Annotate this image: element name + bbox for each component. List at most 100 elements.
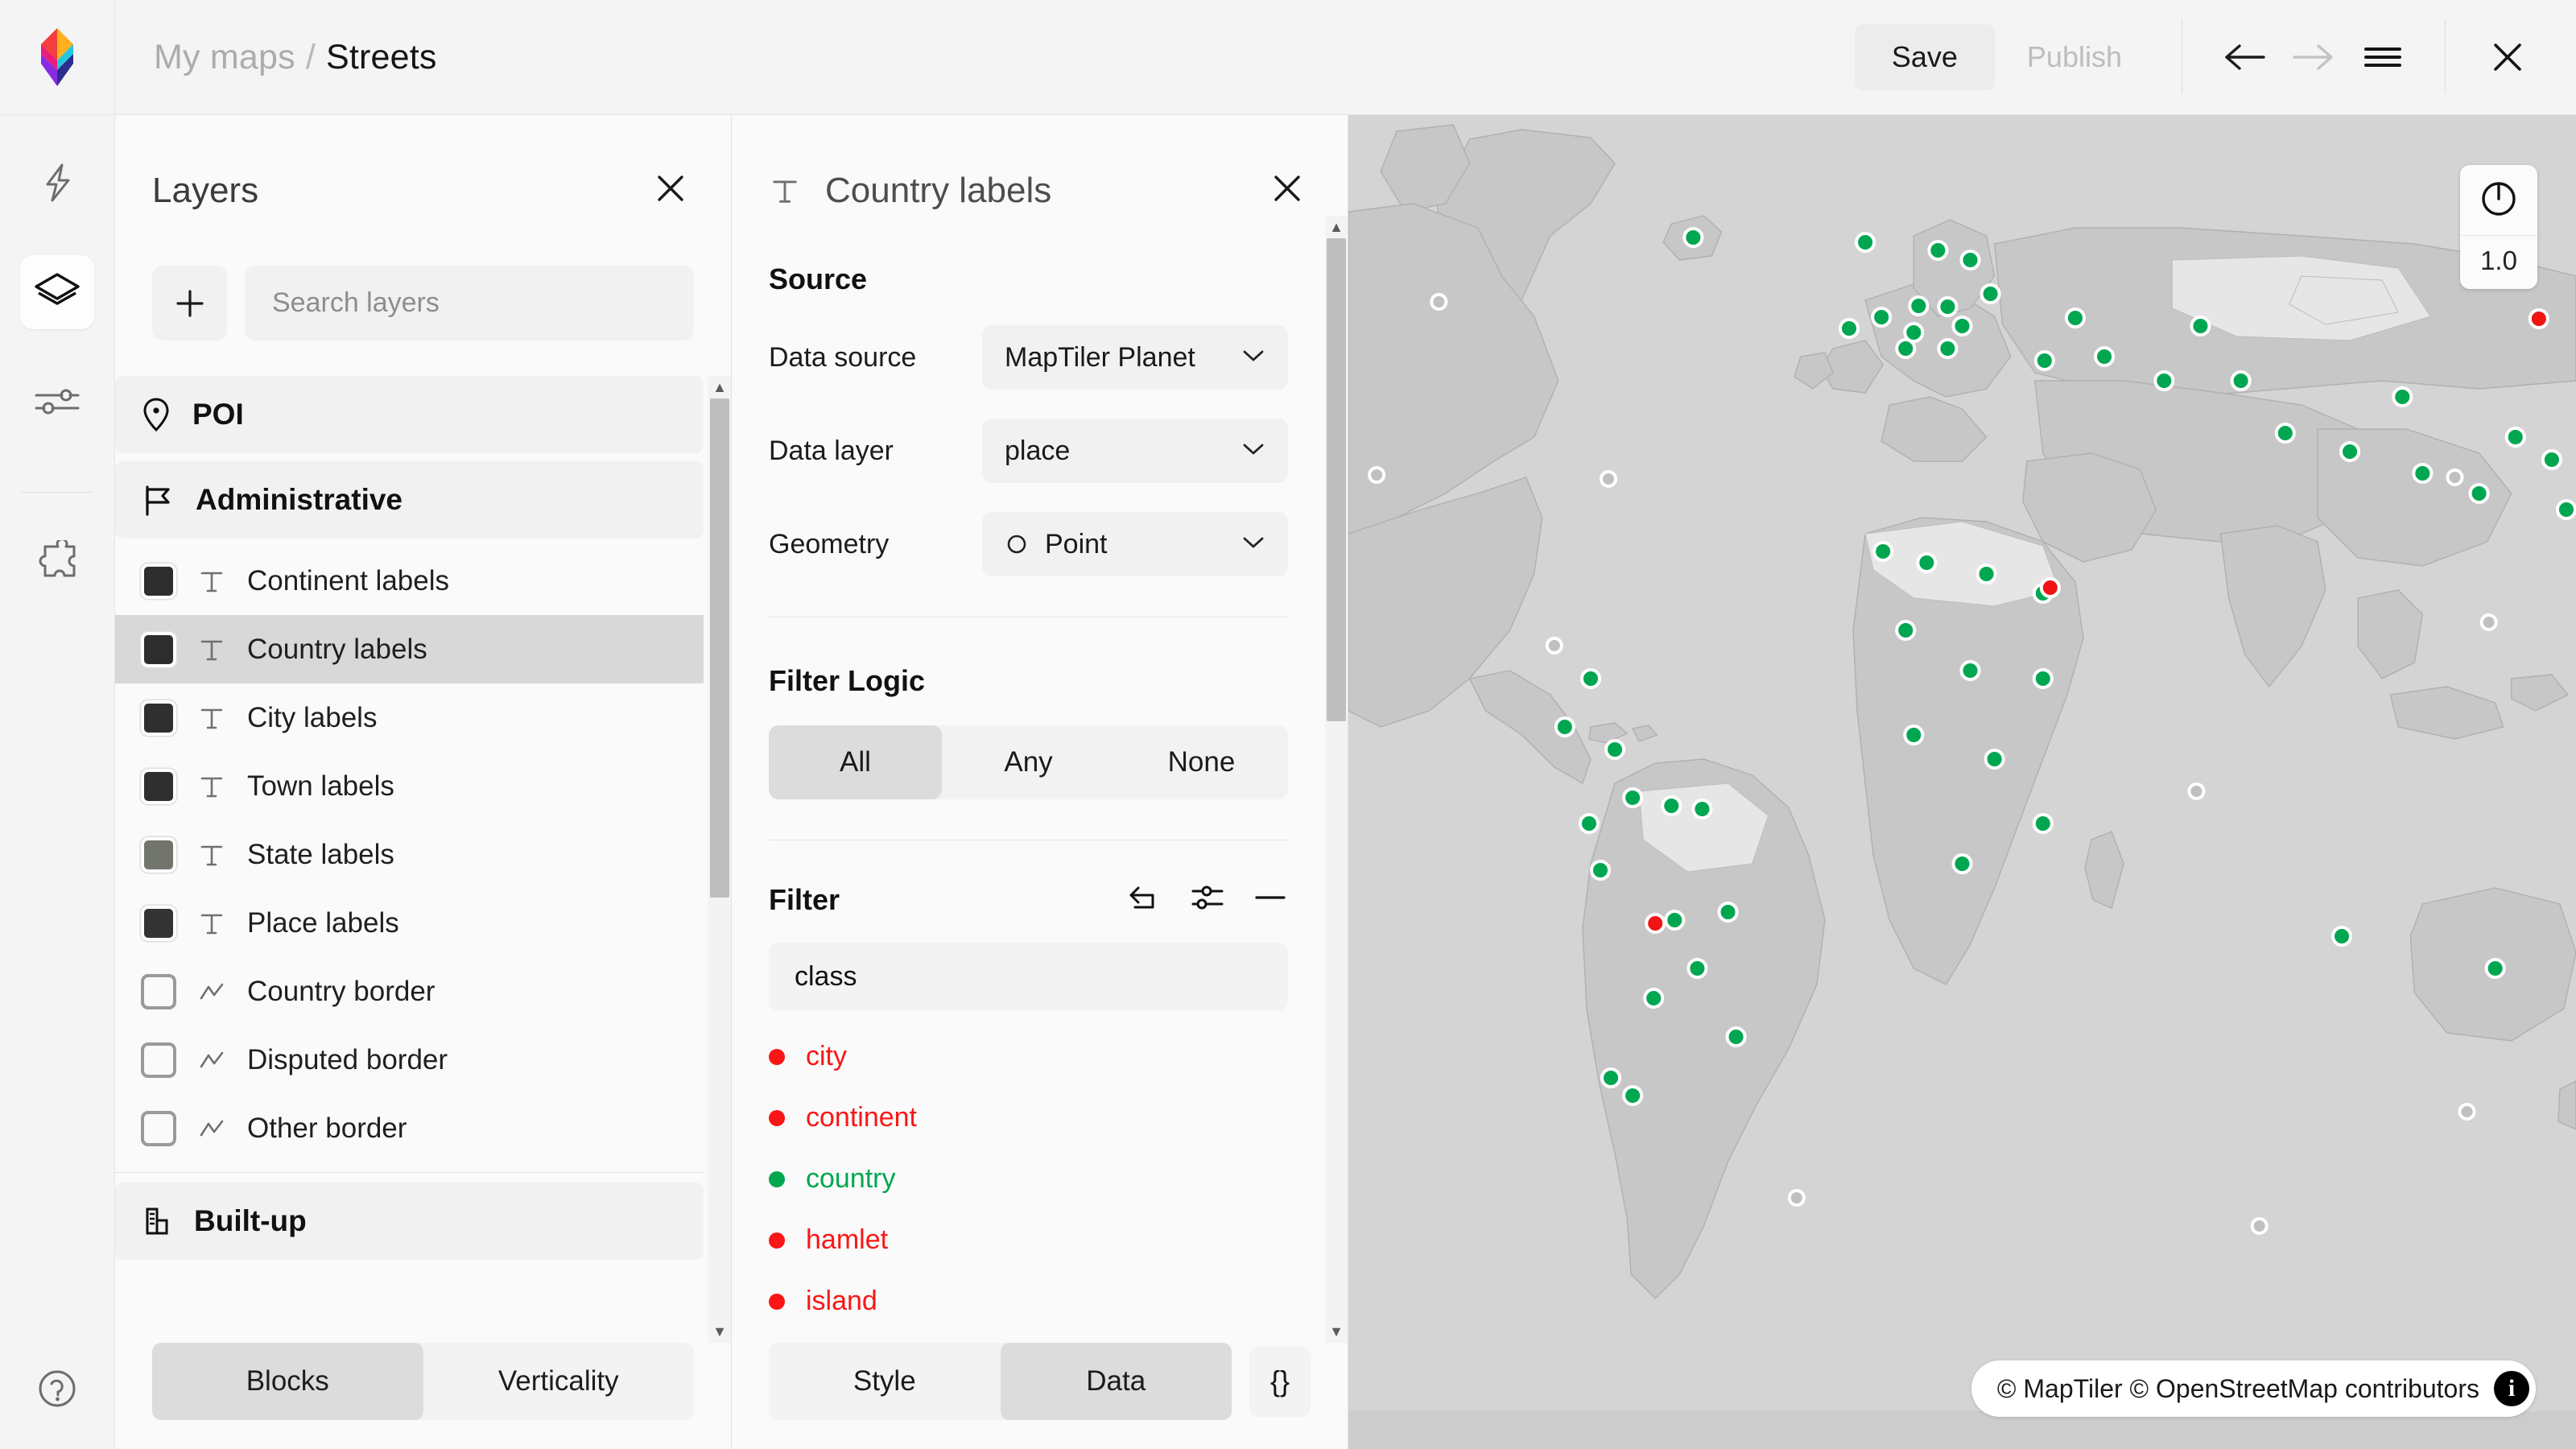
filter-value-label: city: [806, 1041, 847, 1071]
add-layer-button[interactable]: [152, 266, 227, 341]
tab-data[interactable]: Data: [1000, 1343, 1232, 1420]
layer-item-label: City labels: [247, 701, 378, 733]
layer-color-swatch[interactable]: [141, 563, 176, 599]
filter-value-hamlet[interactable]: hamlet: [769, 1224, 1288, 1256]
layer-color-swatch[interactable]: [141, 768, 176, 804]
layer-group-administrative[interactable]: Administrative: [115, 461, 704, 539]
layer-item-place-labels[interactable]: Place labels: [115, 889, 704, 957]
country-markers-layer: [1368, 227, 2576, 1235]
layers-panel-header: Layers: [115, 115, 731, 216]
map-attribution[interactable]: © MapTiler © OpenStreetMap contributors …: [1971, 1360, 2536, 1417]
circle-icon: [1007, 535, 1026, 554]
info-icon[interactable]: i: [2494, 1371, 2529, 1406]
puzzle-piece-icon: [39, 540, 76, 577]
layer-item-label: Country labels: [247, 633, 427, 665]
save-button[interactable]: Save: [1854, 24, 1995, 90]
maptiler-editor-app: My maps / Streets Save Publish Layers Se…: [0, 0, 2576, 1449]
layer-item-disputed-border[interactable]: Disputed border: [115, 1026, 704, 1094]
help-button[interactable]: [35, 1366, 80, 1415]
layer-item-label: Town labels: [247, 770, 394, 802]
remove-filter-minus-icon[interactable]: [1253, 890, 1288, 910]
filter-key-field[interactable]: class: [769, 943, 1288, 1011]
layer-group-poi[interactable]: POI: [115, 376, 704, 453]
filter-key-value: class: [795, 961, 857, 992]
layer-color-swatch[interactable]: [141, 905, 176, 941]
tab-style[interactable]: Style: [769, 1343, 1001, 1420]
filter-value-country[interactable]: country: [769, 1163, 1288, 1195]
breadcrumb-root[interactable]: My maps: [154, 38, 295, 77]
zoom-widget[interactable]: 1.0: [2460, 165, 2537, 289]
scrollbar-thumb[interactable]: [710, 398, 729, 898]
breadcrumb: My maps / Streets: [115, 38, 437, 77]
layer-item-other-border[interactable]: Other border: [115, 1094, 704, 1162]
layer-item-city-labels[interactable]: City labels: [115, 683, 704, 752]
menu-button[interactable]: [2348, 23, 2417, 92]
data-layer-select[interactable]: place: [982, 419, 1288, 483]
filter-logic-title: Filter Logic: [769, 664, 926, 697]
compass-button[interactable]: [2478, 165, 2520, 235]
layers-panel-close-button[interactable]: [647, 165, 694, 216]
properties-close-button[interactable]: [1264, 165, 1311, 216]
rail-item-settings[interactable]: [20, 365, 94, 439]
search-layers-input[interactable]: [272, 287, 667, 319]
close-divider: [2445, 20, 2446, 94]
scroll-down-icon[interactable]: ▼: [712, 1320, 727, 1343]
layer-item-town-labels[interactable]: Town labels: [115, 752, 704, 820]
layer-group-built-up[interactable]: Built-up: [115, 1183, 704, 1260]
select-value: place: [1005, 435, 1071, 466]
layer-item-country-labels[interactable]: Country labels: [115, 615, 704, 683]
app-logo[interactable]: [0, 0, 115, 115]
filter-value-island[interactable]: island: [769, 1286, 1288, 1317]
data-source-select[interactable]: MapTiler Planet: [982, 325, 1288, 390]
filter-logic-none[interactable]: None: [1115, 725, 1288, 799]
layers-bottom-tabs: Blocks Verticality: [152, 1343, 694, 1420]
arrow-right-icon: [2293, 44, 2333, 70]
filter-value-continent[interactable]: continent: [769, 1102, 1288, 1133]
scrollbar-thumb[interactable]: [1327, 238, 1346, 721]
layer-color-swatch[interactable]: [141, 973, 176, 1009]
layer-item-label: Place labels: [247, 906, 399, 939]
top-bar: My maps / Streets Save Publish: [0, 0, 2576, 115]
layer-item-country-border[interactable]: Country border: [115, 957, 704, 1026]
layer-item-label: Disputed border: [247, 1043, 448, 1075]
tab-blocks[interactable]: Blocks: [152, 1343, 423, 1420]
search-layers-box[interactable]: [245, 266, 694, 341]
scrollbar-track[interactable]: [1325, 238, 1348, 1320]
scrollbar-track[interactable]: [708, 398, 731, 1320]
filter-value-city[interactable]: city: [769, 1041, 1288, 1072]
filter-logic-any[interactable]: Any: [942, 725, 1115, 799]
layer-item-continent-labels[interactable]: Continent labels: [115, 547, 704, 615]
rail-item-plugins[interactable]: [20, 525, 94, 599]
rail-item-quickstyle[interactable]: [20, 146, 94, 220]
tab-verticality[interactable]: Verticality: [423, 1343, 695, 1420]
filter-logic-segmented-control: All Any None: [769, 725, 1288, 799]
json-view-button[interactable]: {}: [1249, 1346, 1311, 1417]
undo-arrow-icon[interactable]: [1127, 883, 1162, 916]
layer-item-state-labels[interactable]: State labels: [115, 820, 704, 889]
filter-settings-sliders-icon[interactable]: [1190, 882, 1225, 917]
scroll-up-icon[interactable]: ▲: [1329, 216, 1344, 238]
maptiler-pin-logo-icon: [41, 28, 73, 86]
layer-color-swatch[interactable]: [141, 700, 176, 736]
scroll-down-icon[interactable]: ▼: [1329, 1320, 1344, 1343]
properties-scrollbar[interactable]: ▲ ▼: [1325, 216, 1348, 1343]
rail-item-layers[interactable]: [20, 255, 94, 329]
layers-scrollbar[interactable]: ▲ ▼: [708, 376, 731, 1343]
properties-content: Source Data source MapTiler Planet Data …: [732, 262, 1325, 1343]
layer-group-label: Administrative: [196, 483, 403, 516]
scroll-up-icon[interactable]: ▲: [712, 376, 727, 398]
back-button[interactable]: [2210, 23, 2279, 92]
hamburger-menu-icon: [2364, 47, 2401, 67]
layer-item-label: Continent labels: [247, 564, 449, 597]
layer-color-swatch[interactable]: [141, 1042, 176, 1078]
sliders-icon: [35, 389, 80, 415]
filter-logic-all[interactable]: All: [769, 725, 942, 799]
layer-color-swatch[interactable]: [141, 631, 176, 667]
close-editor-button[interactable]: [2473, 23, 2542, 92]
geometry-select[interactable]: Point: [982, 512, 1288, 576]
layer-color-swatch[interactable]: [141, 1110, 176, 1146]
select-value: MapTiler Planet: [1005, 341, 1195, 373]
layer-color-swatch[interactable]: [141, 836, 176, 873]
layer-group-label: Built-up: [194, 1204, 307, 1237]
map-canvas[interactable]: 1.0 Country labels data-source maptiler_…: [1348, 115, 2576, 1449]
